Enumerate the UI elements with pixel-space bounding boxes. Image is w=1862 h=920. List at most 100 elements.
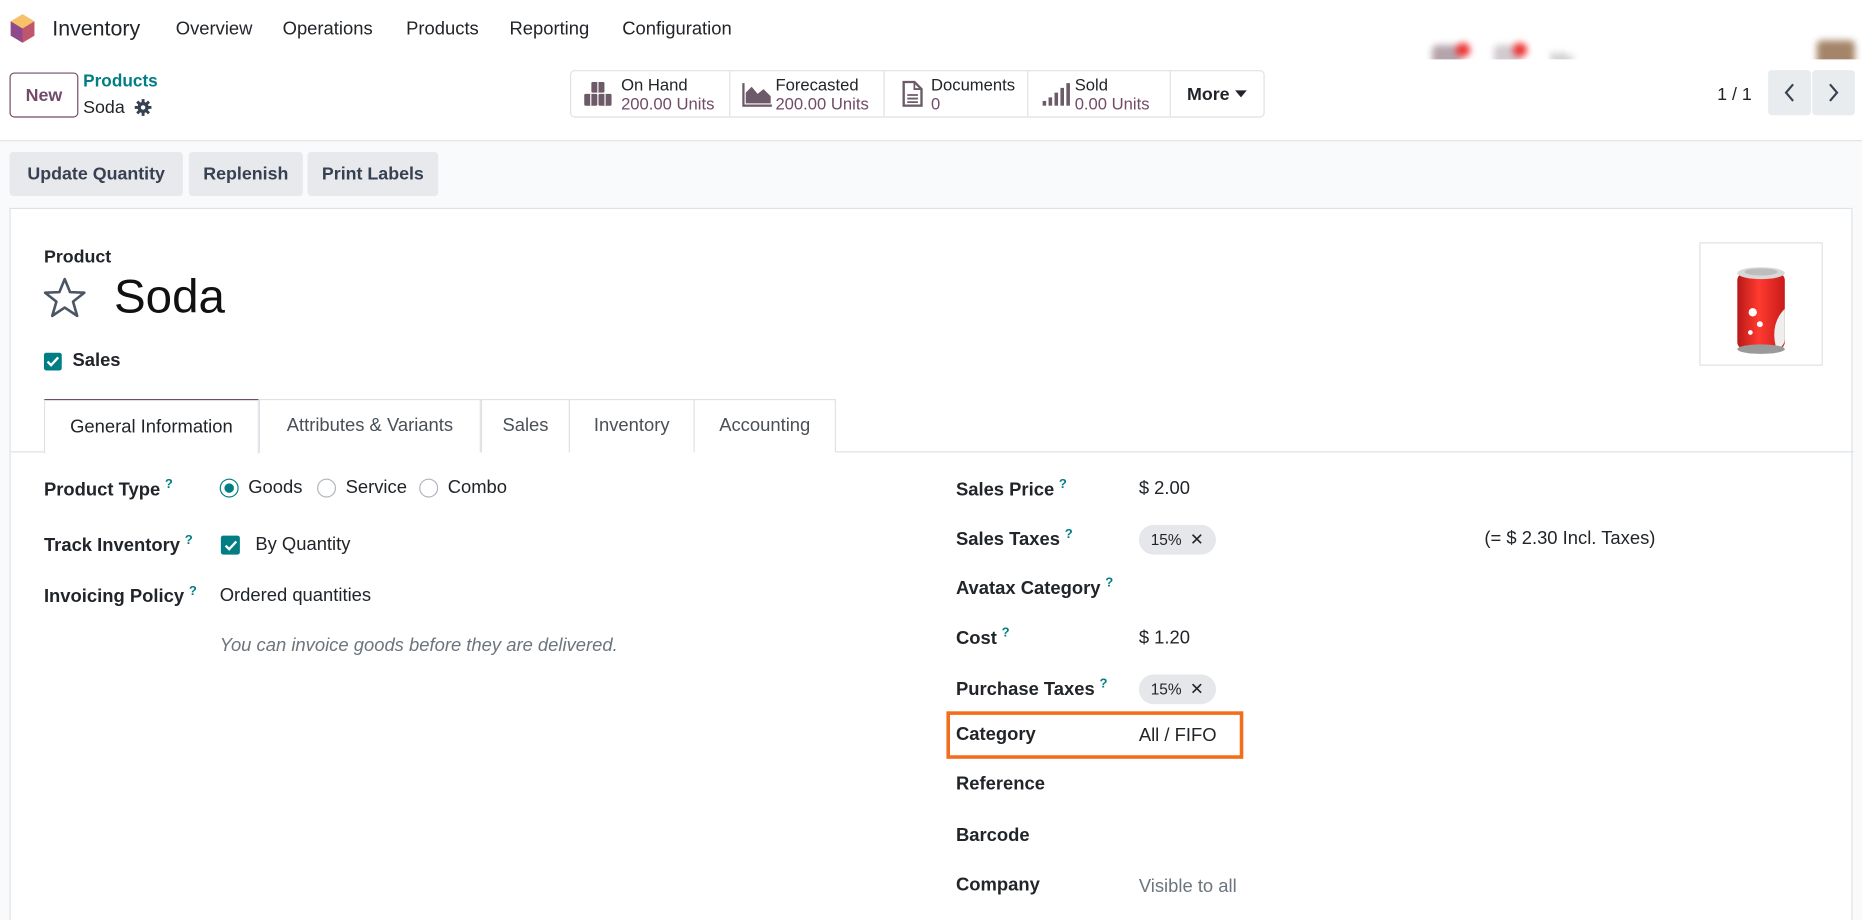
on-hand-value: 200.00 Units bbox=[621, 93, 715, 113]
file-icon bbox=[902, 80, 923, 107]
track-inventory-label: Track Inventory? bbox=[43, 533, 193, 556]
help-icon: ? bbox=[1105, 575, 1114, 591]
radio-combo-label[interactable]: Combo bbox=[448, 477, 507, 498]
help-icon: ? bbox=[1058, 477, 1067, 492]
help-icon: ? bbox=[164, 477, 173, 492]
sold-title: Sold bbox=[1074, 74, 1108, 94]
breadcrumb-current: Soda bbox=[83, 97, 125, 118]
company-label: Company bbox=[955, 875, 1040, 896]
product-type-label: Product Type? bbox=[43, 477, 173, 501]
invoicing-policy-note: You can invoice goods before they are de… bbox=[219, 635, 618, 656]
avatax-category-label: Avatax Category? bbox=[955, 575, 1114, 599]
radio-combo[interactable] bbox=[419, 478, 439, 498]
sold-value: 0.00 Units bbox=[1074, 93, 1150, 113]
sales-tax-tag[interactable]: 15% ✕ bbox=[1138, 524, 1216, 555]
notebook-tabs: General Information Attributes & Variant… bbox=[10, 399, 1854, 454]
activity-badge bbox=[1512, 42, 1528, 57]
signal-icon bbox=[1042, 83, 1070, 106]
product-name[interactable]: Soda bbox=[114, 271, 225, 324]
update-quantity-button[interactable]: Update Quantity bbox=[9, 152, 183, 196]
caret-down-icon bbox=[1235, 90, 1248, 98]
smart-buttons: On Hand 200.00 Units Forecasted 200.00 Uni… bbox=[570, 70, 1265, 118]
favorite-star-icon[interactable] bbox=[43, 277, 87, 320]
purchase-tax-tag[interactable]: 15% ✕ bbox=[1138, 674, 1216, 705]
replenish-button[interactable]: Replenish bbox=[188, 152, 303, 196]
messages-badge bbox=[1455, 42, 1471, 57]
documents-value: 0 bbox=[931, 93, 941, 113]
documents-button[interactable]: Documents 0 bbox=[885, 71, 1029, 117]
purchase-tax-tag-label: 15% bbox=[1150, 680, 1182, 699]
nav-overview[interactable]: Overview bbox=[176, 19, 253, 40]
help-icon: ? bbox=[1001, 625, 1010, 641]
tab-general-information[interactable]: General Information bbox=[43, 399, 259, 454]
soda-can-image bbox=[1737, 267, 1785, 354]
on-hand-button[interactable]: On Hand 200.00 Units bbox=[571, 71, 731, 117]
cost-label: Cost? bbox=[955, 625, 1010, 649]
print-labels-button[interactable]: Print Labels bbox=[307, 152, 439, 196]
sales-price-input[interactable]: $ 2.00 bbox=[1139, 479, 1190, 500]
form-sheet: Product Soda Sales General Information A… bbox=[9, 207, 1854, 920]
app-name[interactable]: Inventory bbox=[52, 17, 140, 42]
sales-checkbox[interactable] bbox=[43, 352, 62, 371]
check-icon bbox=[46, 356, 60, 367]
boxes-icon bbox=[584, 81, 612, 106]
remove-tag-icon[interactable]: ✕ bbox=[1190, 679, 1204, 699]
invoicing-policy-label: Invoicing Policy? bbox=[43, 584, 197, 607]
help-icon: ? bbox=[188, 584, 197, 599]
forecasted-value: 200.00 Units bbox=[775, 93, 869, 113]
pager-previous-button[interactable] bbox=[1768, 70, 1811, 116]
tab-inventory[interactable]: Inventory bbox=[568, 399, 695, 453]
nav-configuration[interactable]: Configuration bbox=[622, 19, 731, 40]
tab-attributes-variants[interactable]: Attributes & Variants bbox=[258, 399, 481, 453]
sales-tax-tag-label: 15% bbox=[1150, 530, 1182, 549]
product-image[interactable] bbox=[1699, 242, 1823, 366]
sales-checkbox-label[interactable]: Sales bbox=[72, 350, 120, 371]
company-select[interactable]: Visible to all bbox=[1139, 876, 1237, 897]
radio-service[interactable] bbox=[317, 478, 337, 498]
documents-title: Documents bbox=[931, 74, 1016, 94]
on-hand-title: On Hand bbox=[621, 74, 688, 94]
app-logo-icon[interactable] bbox=[10, 13, 36, 44]
category-select[interactable]: All / FIFO bbox=[1139, 726, 1217, 747]
tab-accounting[interactable]: Accounting bbox=[693, 399, 836, 453]
invoicing-policy-select[interactable]: Ordered quantities bbox=[220, 585, 371, 606]
help-icon: ? bbox=[184, 533, 193, 548]
radio-goods[interactable] bbox=[219, 478, 239, 498]
help-icon: ? bbox=[1064, 527, 1073, 542]
control-panel: New Products Soda On Hand 200.00 Units F… bbox=[0, 59, 1862, 142]
pager-value[interactable]: 1 / 1 bbox=[1717, 84, 1752, 104]
remove-tag-icon[interactable]: ✕ bbox=[1190, 530, 1204, 550]
nav-products[interactable]: Products bbox=[406, 19, 479, 40]
forecasted-title: Forecasted bbox=[775, 74, 859, 94]
top-navbar: Inventory Overview Operations Products R… bbox=[0, 0, 1862, 125]
gear-icon[interactable] bbox=[134, 99, 152, 117]
category-label: Category bbox=[955, 724, 1036, 745]
product-label: Product bbox=[43, 247, 112, 268]
track-inventory-value[interactable]: By Quantity bbox=[255, 534, 350, 555]
radio-service-label[interactable]: Service bbox=[346, 477, 407, 498]
sales-taxes-label: Sales Taxes? bbox=[955, 527, 1073, 550]
radio-goods-label[interactable]: Goods bbox=[248, 477, 302, 498]
sold-button[interactable]: Sold 0.00 Units bbox=[1028, 71, 1171, 117]
area-chart-icon bbox=[742, 83, 772, 107]
track-inventory-checkbox[interactable] bbox=[220, 535, 240, 555]
cost-input[interactable]: $ 1.20 bbox=[1139, 628, 1190, 649]
nav-reporting[interactable]: Reporting bbox=[509, 19, 589, 40]
tab-sales[interactable]: Sales bbox=[480, 399, 570, 453]
nav-operations[interactable]: Operations bbox=[283, 19, 373, 40]
forecasted-button[interactable]: Forecasted 200.00 Units bbox=[730, 71, 885, 117]
sales-price-label: Sales Price? bbox=[955, 477, 1067, 501]
check-icon bbox=[224, 540, 237, 551]
reference-label: Reference bbox=[955, 774, 1045, 795]
barcode-label: Barcode bbox=[955, 825, 1030, 846]
chevron-right-icon bbox=[1829, 83, 1839, 102]
more-label: More bbox=[1186, 83, 1230, 104]
more-button[interactable]: More bbox=[1171, 71, 1264, 116]
incl-taxes-text: (= $ 2.30 Incl. Taxes) bbox=[1484, 528, 1656, 549]
new-button[interactable]: New bbox=[9, 72, 79, 118]
pager-next-button[interactable] bbox=[1812, 70, 1855, 116]
chevron-left-icon bbox=[1784, 83, 1794, 102]
purchase-taxes-label: Purchase Taxes? bbox=[955, 676, 1108, 700]
breadcrumb-products[interactable]: Products bbox=[83, 72, 158, 91]
help-icon: ? bbox=[1099, 676, 1108, 692]
